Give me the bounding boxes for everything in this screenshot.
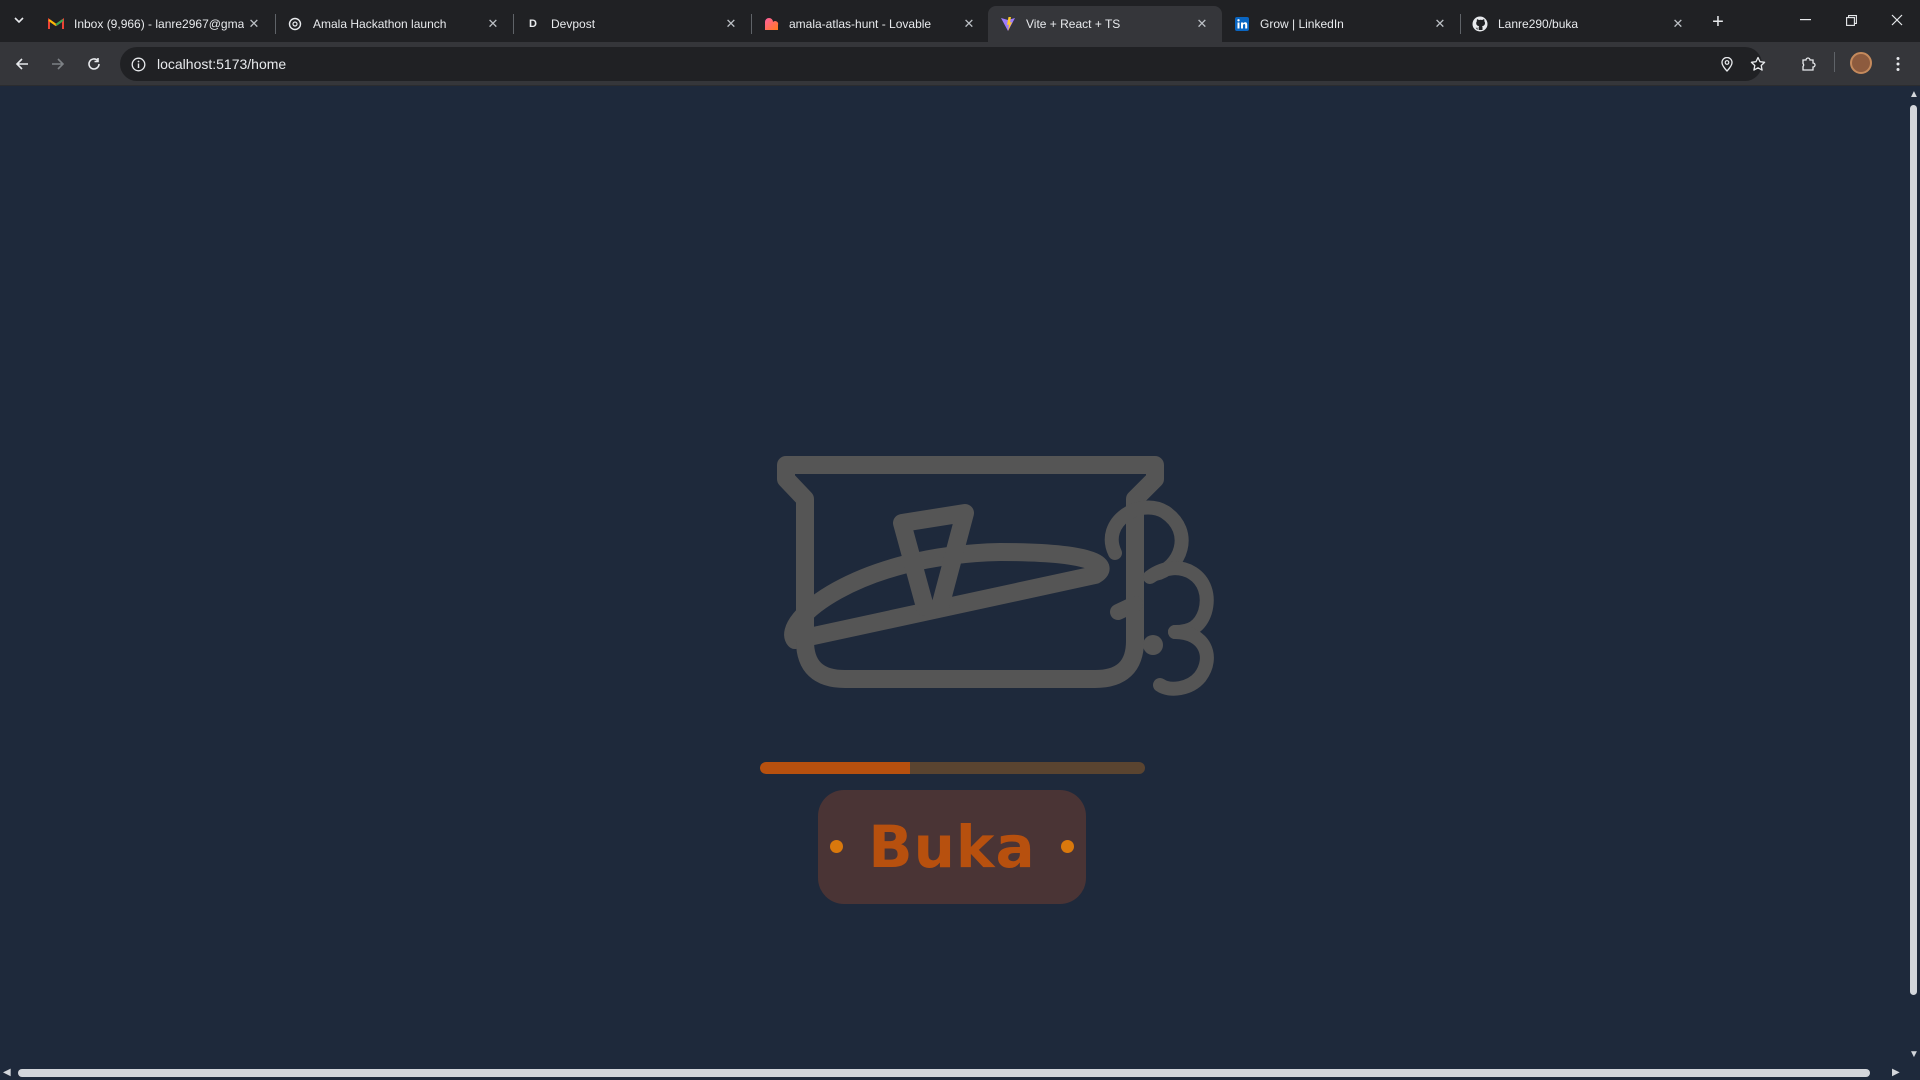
vertical-scrollbar[interactable]: ▲ ▼ [1906, 87, 1920, 1065]
steam-curl-middle [1143, 561, 1214, 639]
location-icon[interactable] [1717, 54, 1737, 74]
toolbar-divider [1834, 52, 1835, 72]
url-text: localhost:5173/home [157, 56, 287, 72]
menu-button[interactable] [1886, 52, 1910, 76]
github-icon [1472, 16, 1488, 32]
chevron-down-icon [14, 17, 24, 24]
close-tab-icon[interactable]: ✕ [483, 14, 503, 34]
more-vertical-icon [1896, 57, 1900, 71]
forward-button[interactable] [42, 48, 74, 80]
steam-curl-lower [1153, 625, 1214, 696]
loading-illustration [770, 287, 1270, 807]
back-button[interactable] [6, 48, 38, 80]
scroll-up-icon[interactable]: ▲ [1909, 89, 1919, 100]
brand-dot-left [830, 840, 843, 853]
page-content: Buka [0, 87, 1906, 1065]
minimize-icon [1799, 19, 1811, 21]
reload-button[interactable] [78, 48, 110, 80]
horizontal-scrollbar[interactable]: ◀ ▶ [0, 1065, 1920, 1080]
tab-gmail[interactable]: Inbox (9,966) - lanre2967@gma ✕ [36, 6, 274, 42]
brand-name: Buka [868, 813, 1036, 881]
close-tab-icon[interactable]: ✕ [1192, 14, 1212, 34]
new-tab-button[interactable]: + [1704, 8, 1732, 36]
linkedin-icon [1234, 16, 1250, 32]
browser-toolbar: localhost:5173/home [0, 42, 1920, 86]
tab-lovable[interactable]: amala-atlas-hunt - Lovable ✕ [751, 6, 989, 42]
brand-logo: Buka [818, 790, 1086, 904]
site-info-icon[interactable] [128, 54, 148, 74]
vertical-scroll-thumb[interactable] [1910, 105, 1917, 995]
vite-icon [1000, 16, 1016, 32]
scroll-down-icon[interactable]: ▼ [1909, 1049, 1919, 1060]
tab-title: Inbox (9,966) - lanre2967@gma [74, 17, 244, 31]
reload-icon [88, 58, 100, 70]
close-icon [1891, 14, 1903, 26]
restore-icon [1845, 14, 1857, 26]
steam-bubble [1143, 635, 1163, 655]
arrow-left-icon [15, 58, 28, 70]
close-tab-icon[interactable]: ✕ [721, 14, 741, 34]
devpost-icon: D [529, 18, 537, 30]
minimize-button[interactable] [1782, 0, 1828, 40]
puzzle-icon [1802, 57, 1816, 71]
tab-github[interactable]: Lanre290/buka ✕ [1460, 6, 1698, 42]
tab-title: Grow | LinkedIn [1260, 17, 1344, 31]
cooking-pot-icon [777, 456, 1214, 696]
close-window-button[interactable] [1874, 0, 1920, 40]
horizontal-scroll-thumb[interactable] [18, 1069, 1870, 1077]
tab-title: Lanre290/buka [1498, 17, 1579, 31]
tab-amala-hackathon[interactable]: Amala Hackathon launch ✕ [275, 6, 513, 42]
tab-linkedin[interactable]: Grow | LinkedIn ✕ [1222, 6, 1460, 42]
scroll-right-icon[interactable]: ▶ [1892, 1067, 1900, 1078]
restore-button[interactable] [1828, 0, 1874, 40]
tab-search-button[interactable] [6, 7, 32, 33]
close-tab-icon[interactable]: ✕ [959, 14, 979, 34]
openai-icon [287, 16, 303, 32]
tab-title: Amala Hackathon launch [313, 17, 447, 31]
close-tab-icon[interactable]: ✕ [1430, 14, 1450, 34]
address-bar[interactable]: localhost:5173/home [120, 47, 1766, 81]
lovable-icon [763, 16, 779, 32]
loading-progress-bar [760, 762, 1145, 774]
steam-puff [1110, 596, 1143, 620]
close-tab-icon[interactable]: ✕ [244, 14, 264, 34]
close-tab-icon[interactable]: ✕ [1668, 14, 1688, 34]
tab-title: Devpost [551, 17, 596, 31]
bookmark-star-icon[interactable] [1748, 54, 1768, 74]
loading-progress-fill [760, 762, 911, 774]
tab-title: Vite + React + TS [1026, 17, 1121, 31]
tab-title: amala-atlas-hunt - Lovable [789, 17, 932, 31]
arrow-right-icon [52, 58, 65, 70]
scroll-left-icon[interactable]: ◀ [3, 1067, 11, 1078]
tab-devpost[interactable]: D Devpost ✕ [513, 6, 751, 42]
tab-strip: Inbox (9,966) - lanre2967@gma ✕ Amala Ha… [0, 0, 1920, 42]
tab-vite-react[interactable]: Vite + React + TS ✕ [988, 6, 1222, 42]
profile-avatar[interactable] [1850, 52, 1872, 74]
brand-dot-right [1061, 840, 1074, 853]
extensions-button[interactable] [1796, 52, 1820, 76]
gmail-icon [48, 16, 64, 32]
